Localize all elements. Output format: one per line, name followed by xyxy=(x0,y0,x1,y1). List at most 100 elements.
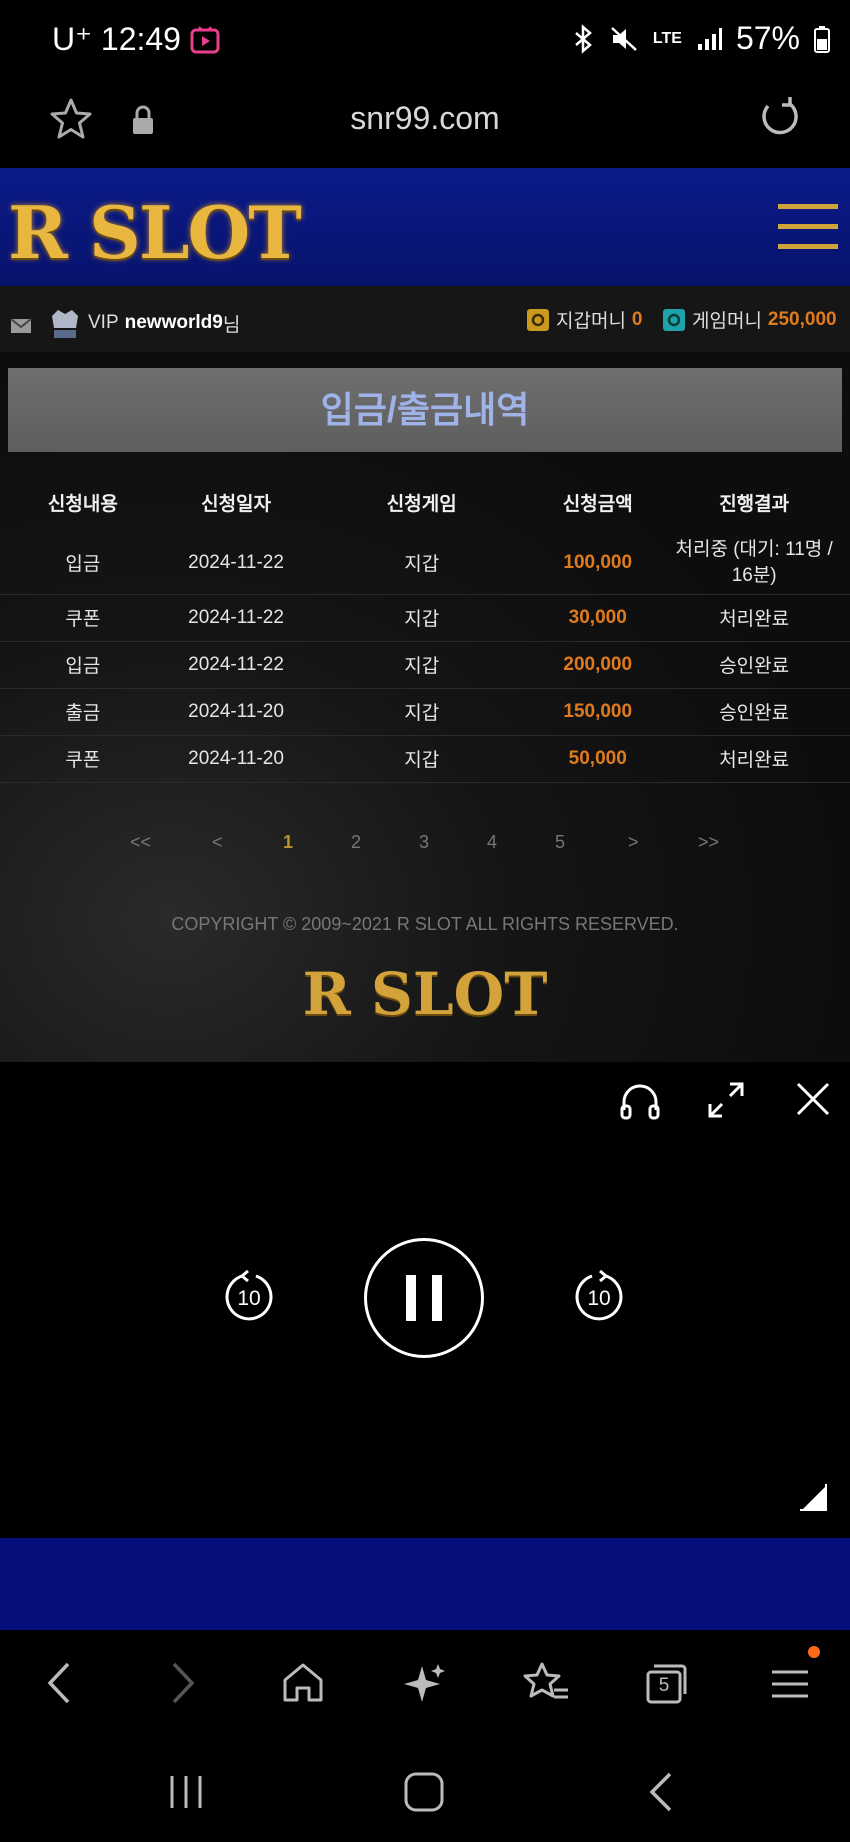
game-money[interactable]: 게임머니 250,000 xyxy=(662,306,837,333)
system-back-icon[interactable] xyxy=(646,1770,676,1814)
rewind-label: 10 xyxy=(237,1287,261,1310)
system-home-icon[interactable] xyxy=(402,1770,446,1814)
table-row: 쿠폰 2024-11-22 지갑 30,000 처리완료 xyxy=(0,594,850,642)
browser-menu-button[interactable] xyxy=(768,1646,820,1706)
close-icon[interactable] xyxy=(794,1080,832,1118)
cell-game: 지갑 xyxy=(306,735,538,783)
pause-button[interactable] xyxy=(364,1238,484,1358)
cell-amount: 200,000 xyxy=(537,641,659,689)
rewind-10-button[interactable]: 10 xyxy=(222,1270,276,1324)
menu-button[interactable] xyxy=(778,204,838,250)
tabs-button[interactable]: 5 xyxy=(644,1660,690,1706)
column-header: 신청게임 xyxy=(386,493,457,515)
sparkle-icon[interactable] xyxy=(402,1660,448,1706)
user-level: VIP xyxy=(88,312,119,333)
cell-status: 처리중 (대기: 11명 / 16분) xyxy=(658,532,850,595)
carrier: U⁺ xyxy=(52,21,92,57)
wallet-label: 지갑머니 xyxy=(556,311,626,332)
page-first[interactable]: << xyxy=(130,832,151,853)
cell-type: 쿠폰 xyxy=(0,735,166,783)
tab-count: 5 xyxy=(658,1675,670,1696)
status-bar: U⁺ 12:49 LTE 57% xyxy=(0,0,850,80)
cell-amount: 100,000 xyxy=(537,532,659,595)
pause-icon xyxy=(406,1275,442,1321)
copyright-text: COPYRIGHT © 2009~2021 R SLOT ALL RIGHTS … xyxy=(171,914,679,934)
cell-type: 출금 xyxy=(0,688,166,736)
cell-amount: 50,000 xyxy=(537,735,659,783)
page-2[interactable]: 2 xyxy=(351,832,361,853)
page-3[interactable]: 3 xyxy=(419,832,429,853)
cell-type: 쿠폰 xyxy=(0,594,166,642)
cell-date: 2024-11-22 xyxy=(165,641,307,689)
status-icons: LTE 57% xyxy=(573,20,830,57)
cell-status: 처리완료 xyxy=(658,735,850,783)
reload-icon[interactable] xyxy=(756,94,802,140)
menu-line xyxy=(778,224,838,229)
forward-nav-icon[interactable] xyxy=(166,1660,200,1706)
cell-type: 입금 xyxy=(0,641,166,689)
cell-status: 승인완료 xyxy=(658,688,850,736)
column-header: 진행결과 xyxy=(719,493,790,515)
user-info: VIP newworld9 님 xyxy=(10,306,240,340)
browser-url-bar: snr99.com xyxy=(0,80,850,166)
cell-status: 처리완료 xyxy=(658,594,850,642)
user-info-bar: VIP newworld9 님 지갑머니 0 게임머니 250,000 xyxy=(0,286,850,352)
wallet-icon xyxy=(527,308,549,331)
page-prev[interactable]: < xyxy=(212,832,223,853)
url-text[interactable]: snr99.com xyxy=(0,100,850,137)
site-bottom-strip xyxy=(0,1538,850,1630)
site-header: R SLOT xyxy=(0,168,850,286)
media-notification-icon xyxy=(190,26,220,54)
cell-date: 2024-11-22 xyxy=(165,532,307,595)
system-nav-bar xyxy=(0,1740,850,1842)
wallet-money[interactable]: 지갑머니 0 xyxy=(526,306,643,333)
page-4[interactable]: 4 xyxy=(487,832,497,853)
home-icon[interactable] xyxy=(280,1660,326,1706)
history-table: 신청내용 신청일자 신청게임 신청금액 진행결과 입금 2024-11-22 지… xyxy=(0,472,850,783)
footer-logo: R SLOT xyxy=(302,960,548,1028)
forward-10-button[interactable]: 10 xyxy=(572,1270,626,1324)
table-row: 입금 2024-11-22 지갑 100,000 처리중 (대기: 11명 / … xyxy=(0,532,850,595)
page-title: 입금/출금내역 xyxy=(8,368,842,452)
cell-status: 승인완료 xyxy=(658,641,850,689)
page-5[interactable]: 5 xyxy=(555,832,565,853)
resize-handle-icon[interactable] xyxy=(798,1482,828,1512)
table-row: 입금 2024-11-22 지갑 200,000 승인완료 xyxy=(0,641,850,689)
cell-game: 지갑 xyxy=(306,532,538,595)
bookmarks-icon[interactable] xyxy=(522,1660,570,1706)
expand-icon[interactable] xyxy=(706,1080,746,1120)
table-row: 쿠폰 2024-11-20 지갑 50,000 처리완료 xyxy=(0,735,850,783)
mute-icon xyxy=(611,26,637,51)
browser-bottom-nav: 5 xyxy=(0,1630,850,1740)
mail-icon[interactable] xyxy=(10,317,32,335)
menu-line xyxy=(778,204,838,209)
wallet-value: 0 xyxy=(631,308,643,330)
cell-game: 지갑 xyxy=(306,641,538,689)
table-row: 출금 2024-11-20 지갑 150,000 승인완료 xyxy=(0,688,850,736)
recent-apps-icon[interactable] xyxy=(166,1772,206,1812)
page-next[interactable]: > xyxy=(628,832,639,853)
username-suffix: 님 xyxy=(222,314,241,336)
main-content: 입금/출금내역 신청내용 신청일자 신청게임 신청금액 진행결과 입금 2024… xyxy=(0,352,850,1062)
back-icon[interactable] xyxy=(42,1660,76,1706)
headphones-icon[interactable] xyxy=(618,1080,662,1122)
signal-icon xyxy=(697,27,722,50)
clock: 12:49 xyxy=(100,21,181,57)
table-header-row: 신청내용 신청일자 신청게임 신청금액 진행결과 xyxy=(0,472,850,532)
column-header: 신청금액 xyxy=(562,493,633,515)
cell-game: 지갑 xyxy=(306,594,538,642)
pagination: << < 1 2 3 4 5 > >> xyxy=(0,832,850,862)
bluetooth-icon xyxy=(575,23,592,54)
page-last[interactable]: >> xyxy=(698,832,719,853)
status-time: U⁺ 12:49 xyxy=(52,20,220,58)
site-logo[interactable]: R SLOT xyxy=(8,190,302,275)
cell-date: 2024-11-20 xyxy=(165,735,307,783)
battery-icon xyxy=(814,25,830,53)
cell-date: 2024-11-22 xyxy=(165,594,307,642)
page-1[interactable]: 1 xyxy=(283,832,293,853)
vip-badge-icon xyxy=(52,310,78,338)
cell-type: 입금 xyxy=(0,532,166,595)
cell-amount: 30,000 xyxy=(537,594,659,642)
game-money-icon xyxy=(663,308,685,331)
username[interactable]: newworld9 xyxy=(125,312,223,334)
